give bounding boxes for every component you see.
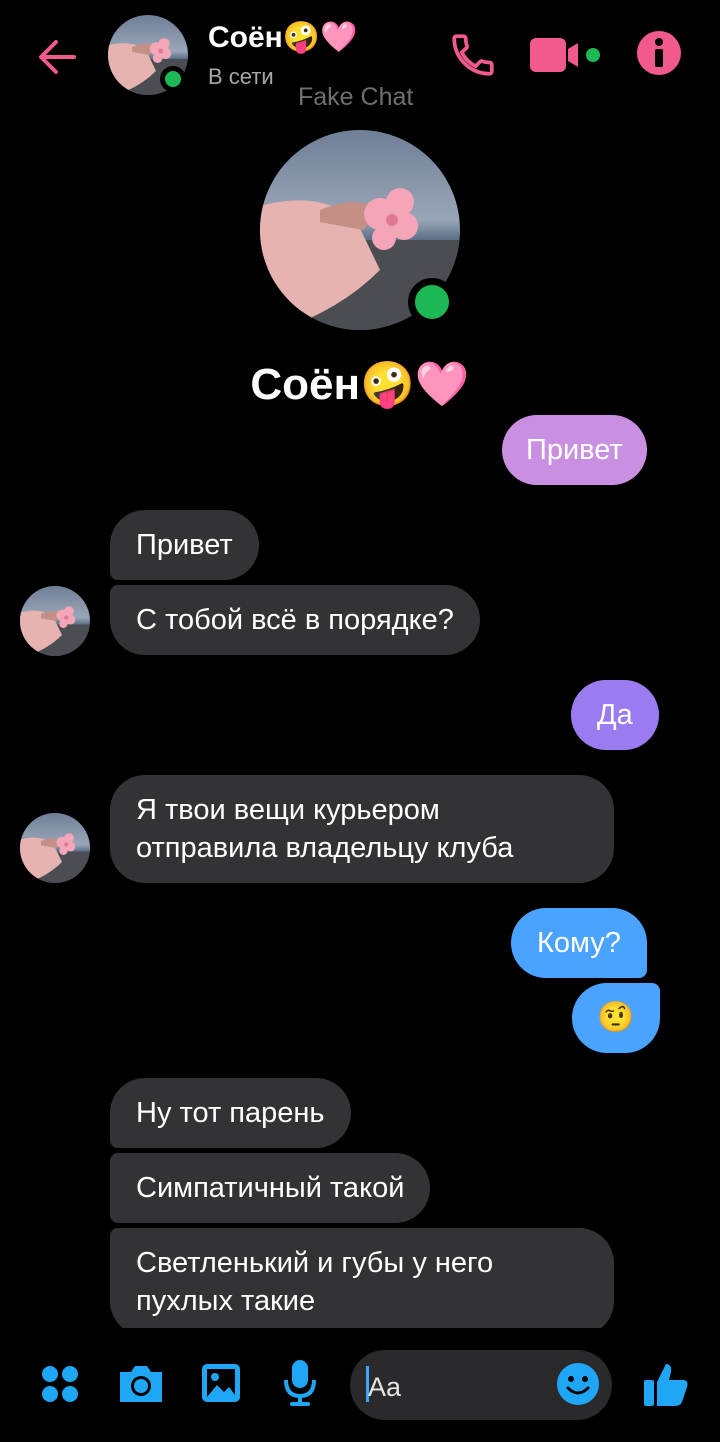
message-outgoing[interactable]: Привет [502, 415, 647, 485]
sender-avatar[interactable] [20, 586, 90, 656]
microphone-button[interactable] [282, 1358, 318, 1408]
message-incoming[interactable]: Я твои вещи курьером отправила владельцу… [110, 775, 614, 883]
info-icon [637, 31, 681, 75]
video-call-button[interactable] [528, 34, 604, 76]
profile-name: Соён🤪🩷 [250, 360, 470, 409]
like-button[interactable] [642, 1360, 690, 1408]
microphone-icon [284, 1360, 316, 1406]
sender-avatar[interactable] [20, 813, 90, 883]
emoji-button[interactable] [556, 1362, 600, 1406]
online-indicator [160, 66, 186, 92]
voice-call-button[interactable] [448, 30, 498, 80]
camera-button[interactable] [116, 1362, 166, 1406]
emoji-icon [557, 1363, 599, 1405]
info-button[interactable] [636, 30, 682, 76]
message-outgoing[interactable]: Кому? [511, 908, 647, 978]
phone-icon [452, 34, 494, 76]
message-outgoing[interactable]: Да [571, 680, 659, 750]
video-camera-icon [530, 38, 600, 72]
thumbs-up-icon [644, 1364, 688, 1406]
camera-icon [120, 1366, 162, 1402]
message-incoming[interactable]: Симпатичный такой [110, 1153, 431, 1223]
contact-status: В сети [208, 64, 274, 89]
back-button[interactable] [30, 30, 84, 84]
watermark: Fake Chat [298, 83, 414, 111]
contact-name[interactable]: Соён🤪🩷 [208, 20, 358, 55]
message-incoming[interactable]: Ну тот парень [110, 1078, 351, 1148]
profile-online-indicator [408, 278, 456, 326]
message-incoming[interactable]: Светленький и губы у него пухлых такие [110, 1228, 614, 1336]
message-outgoing-emoji[interactable]: 🤨 [572, 983, 660, 1053]
gallery-icon [202, 1364, 240, 1402]
apps-icon [42, 1366, 78, 1402]
back-arrow-icon [39, 40, 76, 74]
message-incoming[interactable]: С тобой всё в порядке? [110, 585, 480, 655]
message-incoming[interactable]: Привет [110, 510, 259, 580]
message-input-placeholder: Aa [368, 1372, 402, 1402]
apps-button[interactable] [40, 1364, 80, 1404]
gallery-button[interactable] [200, 1362, 242, 1404]
